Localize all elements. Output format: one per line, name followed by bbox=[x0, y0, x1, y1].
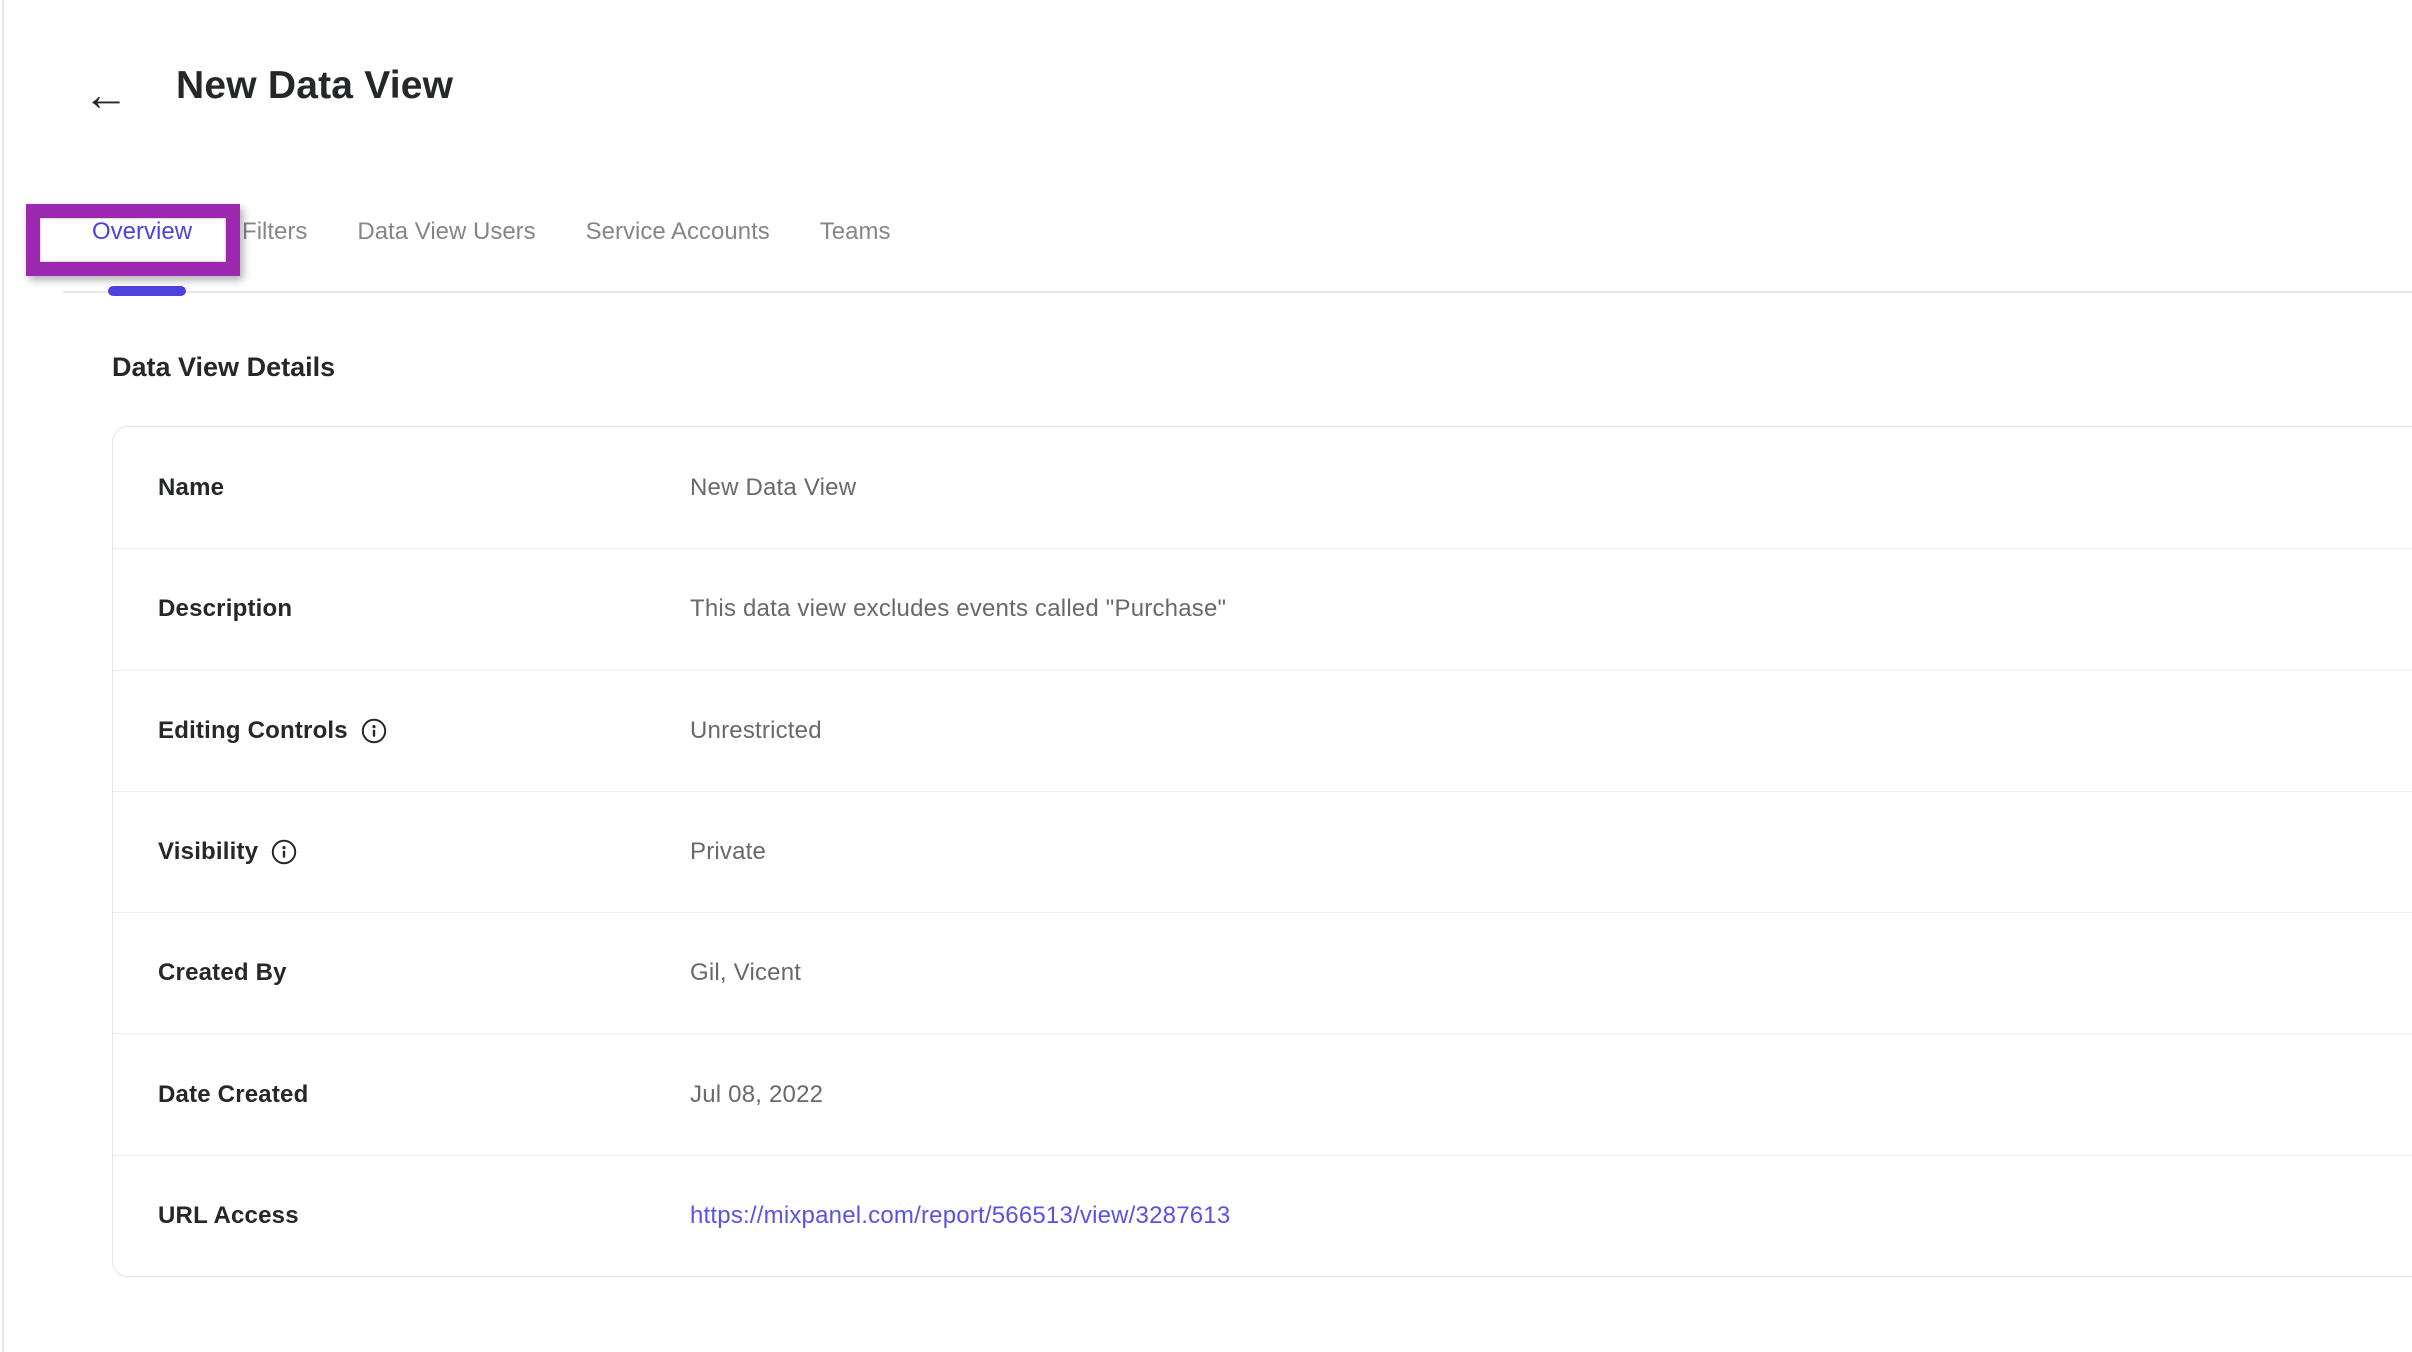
tab-data-view-users[interactable]: Data View Users bbox=[357, 218, 535, 252]
tab-bar-divider bbox=[63, 291, 2412, 293]
back-arrow-icon: ← bbox=[83, 71, 129, 117]
url-access-link[interactable]: https://mixpanel.com/report/566513/view/… bbox=[690, 1202, 1230, 1230]
info-icon[interactable] bbox=[271, 839, 297, 865]
detail-row-value: Gil, Vicent bbox=[690, 959, 801, 987]
page-title: New Data View bbox=[176, 64, 453, 108]
data-view-details-card: Name New Data View Description bbox=[112, 426, 2412, 1277]
detail-row-value: This data view excludes events called "P… bbox=[690, 595, 1226, 623]
detail-row: Editing Controls Unrestricted bbox=[113, 670, 2412, 791]
detail-row: URL Access https://mixpanel.com/report/5… bbox=[113, 1155, 2412, 1276]
panel-left-divider bbox=[2, 0, 4, 1352]
info-icon[interactable] bbox=[361, 718, 387, 744]
detail-row: Created By Gil, Vicent bbox=[113, 912, 2412, 1033]
tab-bar: Overview Filters Data View Users Service… bbox=[92, 218, 890, 252]
data-view-settings-page: ← New Data View Overview Filters Data Vi… bbox=[0, 0, 2412, 1352]
detail-row-value: Jul 08, 2022 bbox=[690, 1081, 823, 1109]
detail-row-label: Created By bbox=[158, 959, 287, 987]
detail-row-label: URL Access bbox=[158, 1202, 299, 1230]
tab-filters[interactable]: Filters bbox=[242, 218, 307, 252]
back-button[interactable]: ← bbox=[76, 64, 136, 124]
detail-row: Date Created Jul 08, 2022 bbox=[113, 1033, 2412, 1154]
tab-teams[interactable]: Teams bbox=[820, 218, 891, 252]
detail-row-value: New Data View bbox=[690, 474, 856, 502]
detail-row: Name New Data View bbox=[113, 427, 2412, 548]
detail-row-label: Editing Controls bbox=[158, 717, 348, 745]
detail-row: Visibility Private bbox=[113, 791, 2412, 912]
detail-row-label: Description bbox=[158, 595, 292, 623]
detail-row-value: Unrestricted bbox=[690, 717, 822, 745]
active-tab-underline bbox=[108, 286, 186, 296]
detail-row-label: Visibility bbox=[158, 838, 258, 866]
tab-overview[interactable]: Overview bbox=[92, 218, 192, 252]
tab-service-accounts[interactable]: Service Accounts bbox=[586, 218, 770, 252]
detail-row: Description This data view excludes even… bbox=[113, 548, 2412, 669]
detail-row-label: Date Created bbox=[158, 1081, 308, 1109]
detail-row-value: Private bbox=[690, 838, 766, 866]
detail-row-label: Name bbox=[158, 474, 224, 502]
section-title: Data View Details bbox=[112, 352, 335, 383]
